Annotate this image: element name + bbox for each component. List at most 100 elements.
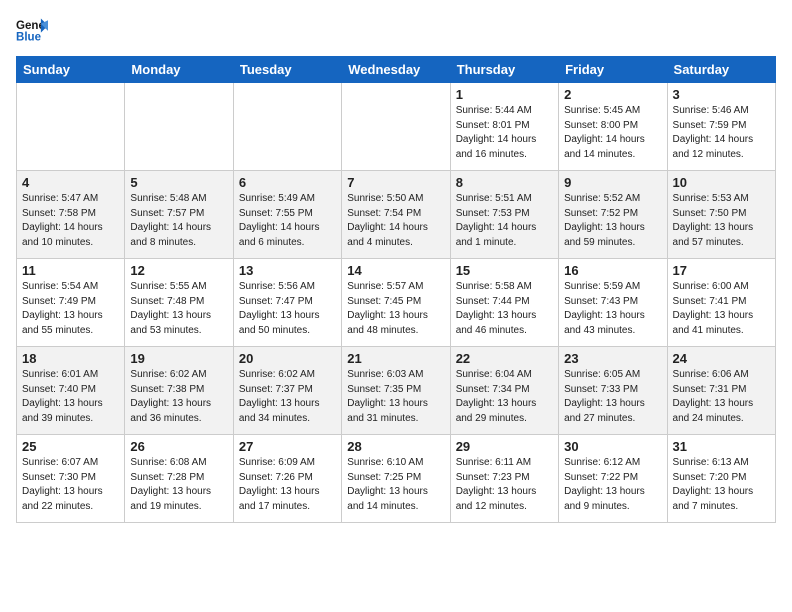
day-info: Sunrise: 6:12 AM Sunset: 7:22 PM Dayligh… [564, 456, 661, 514]
weekday-header-thursday: Thursday [450, 57, 558, 83]
calendar-cell: 17 Sunrise: 6:00 AM Sunset: 7:41 PM Dayli… [667, 259, 775, 347]
day-number: 28 [347, 439, 444, 454]
weekday-header-tuesday: Tuesday [233, 57, 341, 83]
calendar-cell: 18 Sunrise: 6:01 AM Sunset: 7:40 PM Dayli… [17, 347, 125, 435]
day-info: Sunrise: 5:58 AM Sunset: 7:44 PM Dayligh… [456, 280, 553, 338]
calendar-cell [233, 83, 341, 171]
day-number: 8 [456, 175, 553, 190]
calendar-cell: 29 Sunrise: 6:11 AM Sunset: 7:23 PM Dayli… [450, 435, 558, 523]
day-info: Sunrise: 6:02 AM Sunset: 7:37 PM Dayligh… [239, 368, 336, 426]
day-info: Sunrise: 6:05 AM Sunset: 7:33 PM Dayligh… [564, 368, 661, 426]
calendar-cell: 12Sunrise: 5:55 AM Sunset: 7:48 PM Dayli… [125, 259, 233, 347]
day-info: Sunrise: 5:48 AM Sunset: 7:57 PM Dayligh… [130, 192, 227, 250]
day-number: 31 [673, 439, 770, 454]
day-info: Sunrise: 5:47 AM Sunset: 7:58 PM Dayligh… [22, 192, 119, 250]
calendar-cell: 27Sunrise: 6:09 AM Sunset: 7:26 PM Dayli… [233, 435, 341, 523]
day-number: 21 [347, 351, 444, 366]
day-info: Sunrise: 6:04 AM Sunset: 7:34 PM Dayligh… [456, 368, 553, 426]
page-header: General Blue [16, 16, 776, 44]
calendar-cell: 16 Sunrise: 5:59 AM Sunset: 7:43 PM Dayli… [559, 259, 667, 347]
day-info: Sunrise: 5:59 AM Sunset: 7:43 PM Dayligh… [564, 280, 661, 338]
day-number: 3 [673, 87, 770, 102]
calendar-cell: 15 Sunrise: 5:58 AM Sunset: 7:44 PM Dayli… [450, 259, 558, 347]
calendar-cell: 5 Sunrise: 5:48 AM Sunset: 7:57 PM Daylig… [125, 171, 233, 259]
day-number: 30 [564, 439, 661, 454]
day-info: Sunrise: 6:00 AM Sunset: 7:41 PM Dayligh… [673, 280, 770, 338]
calendar-week-5: 25Sunrise: 6:07 AM Sunset: 7:30 PM Dayli… [17, 435, 776, 523]
day-number: 18 [22, 351, 119, 366]
day-info: Sunrise: 6:02 AM Sunset: 7:38 PM Dayligh… [130, 368, 227, 426]
day-number: 13 [239, 263, 336, 278]
calendar-cell: 8 Sunrise: 5:51 AM Sunset: 7:53 PM Daylig… [450, 171, 558, 259]
day-number: 2 [564, 87, 661, 102]
day-number: 14 [347, 263, 444, 278]
logo-icon: General Blue [16, 16, 48, 44]
weekday-header-row: SundayMondayTuesdayWednesdayThursdayFrid… [17, 57, 776, 83]
calendar-cell: 19 Sunrise: 6:02 AM Sunset: 7:38 PM Dayli… [125, 347, 233, 435]
day-info: Sunrise: 6:08 AM Sunset: 7:28 PM Dayligh… [130, 456, 227, 514]
day-info: Sunrise: 6:09 AM Sunset: 7:26 PM Dayligh… [239, 456, 336, 514]
day-info: Sunrise: 6:03 AM Sunset: 7:35 PM Dayligh… [347, 368, 444, 426]
day-number: 1 [456, 87, 553, 102]
day-info: Sunrise: 5:51 AM Sunset: 7:53 PM Dayligh… [456, 192, 553, 250]
day-number: 19 [130, 351, 227, 366]
day-number: 26 [130, 439, 227, 454]
day-info: Sunrise: 5:56 AM Sunset: 7:47 PM Dayligh… [239, 280, 336, 338]
day-number: 29 [456, 439, 553, 454]
calendar-cell: 13 Sunrise: 5:56 AM Sunset: 7:47 PM Dayli… [233, 259, 341, 347]
calendar-cell: 3 Sunrise: 5:46 AM Sunset: 7:59 PM Daylig… [667, 83, 775, 171]
day-info: Sunrise: 6:06 AM Sunset: 7:31 PM Dayligh… [673, 368, 770, 426]
calendar-cell: 31 Sunrise: 6:13 AM Sunset: 7:20 PM Dayli… [667, 435, 775, 523]
day-number: 24 [673, 351, 770, 366]
calendar-cell [125, 83, 233, 171]
day-info: Sunrise: 5:55 AM Sunset: 7:48 PM Dayligh… [130, 280, 227, 338]
calendar-cell: 4Sunrise: 5:47 AM Sunset: 7:58 PM Daylig… [17, 171, 125, 259]
svg-text:Blue: Blue [16, 32, 42, 44]
day-number: 22 [456, 351, 553, 366]
day-info: Sunrise: 5:53 AM Sunset: 7:50 PM Dayligh… [673, 192, 770, 250]
calendar-cell: 25Sunrise: 6:07 AM Sunset: 7:30 PM Dayli… [17, 435, 125, 523]
day-info: Sunrise: 6:10 AM Sunset: 7:25 PM Dayligh… [347, 456, 444, 514]
calendar-cell: 6Sunrise: 5:49 AM Sunset: 7:55 PM Daylig… [233, 171, 341, 259]
calendar-table: SundayMondayTuesdayWednesdayThursdayFrid… [16, 56, 776, 523]
calendar-cell: 20Sunrise: 6:02 AM Sunset: 7:37 PM Dayli… [233, 347, 341, 435]
calendar-cell: 24 Sunrise: 6:06 AM Sunset: 7:31 PM Dayli… [667, 347, 775, 435]
day-info: Sunrise: 5:50 AM Sunset: 7:54 PM Dayligh… [347, 192, 444, 250]
day-number: 17 [673, 263, 770, 278]
day-info: Sunrise: 5:44 AM Sunset: 8:01 PM Dayligh… [456, 104, 553, 162]
day-number: 6 [239, 175, 336, 190]
day-number: 10 [673, 175, 770, 190]
day-info: Sunrise: 5:52 AM Sunset: 7:52 PM Dayligh… [564, 192, 661, 250]
weekday-header-sunday: Sunday [17, 57, 125, 83]
day-number: 7 [347, 175, 444, 190]
calendar-cell: 1 Sunrise: 5:44 AM Sunset: 8:01 PM Daylig… [450, 83, 558, 171]
calendar-cell: 14Sunrise: 5:57 AM Sunset: 7:45 PM Dayli… [342, 259, 450, 347]
calendar-cell: 30 Sunrise: 6:12 AM Sunset: 7:22 PM Dayli… [559, 435, 667, 523]
day-info: Sunrise: 5:46 AM Sunset: 7:59 PM Dayligh… [673, 104, 770, 162]
day-info: Sunrise: 6:01 AM Sunset: 7:40 PM Dayligh… [22, 368, 119, 426]
logo: General Blue [16, 16, 48, 44]
day-info: Sunrise: 5:54 AM Sunset: 7:49 PM Dayligh… [22, 280, 119, 338]
weekday-header-monday: Monday [125, 57, 233, 83]
day-number: 23 [564, 351, 661, 366]
day-number: 11 [22, 263, 119, 278]
day-info: Sunrise: 6:07 AM Sunset: 7:30 PM Dayligh… [22, 456, 119, 514]
calendar-cell: 2 Sunrise: 5:45 AM Sunset: 8:00 PM Daylig… [559, 83, 667, 171]
weekday-header-wednesday: Wednesday [342, 57, 450, 83]
calendar-cell: 23 Sunrise: 6:05 AM Sunset: 7:33 PM Dayli… [559, 347, 667, 435]
day-info: Sunrise: 6:13 AM Sunset: 7:20 PM Dayligh… [673, 456, 770, 514]
day-number: 9 [564, 175, 661, 190]
day-info: Sunrise: 6:11 AM Sunset: 7:23 PM Dayligh… [456, 456, 553, 514]
calendar-week-4: 18 Sunrise: 6:01 AM Sunset: 7:40 PM Dayli… [17, 347, 776, 435]
day-number: 15 [456, 263, 553, 278]
calendar-cell: 26 Sunrise: 6:08 AM Sunset: 7:28 PM Dayli… [125, 435, 233, 523]
calendar-cell: 22 Sunrise: 6:04 AM Sunset: 7:34 PM Dayli… [450, 347, 558, 435]
calendar-cell: 11 Sunrise: 5:54 AM Sunset: 7:49 PM Dayli… [17, 259, 125, 347]
day-number: 5 [130, 175, 227, 190]
day-info: Sunrise: 5:45 AM Sunset: 8:00 PM Dayligh… [564, 104, 661, 162]
calendar-week-2: 4Sunrise: 5:47 AM Sunset: 7:58 PM Daylig… [17, 171, 776, 259]
calendar-cell: 10 Sunrise: 5:53 AM Sunset: 7:50 PM Dayli… [667, 171, 775, 259]
calendar-cell [342, 83, 450, 171]
calendar-cell [17, 83, 125, 171]
day-number: 16 [564, 263, 661, 278]
